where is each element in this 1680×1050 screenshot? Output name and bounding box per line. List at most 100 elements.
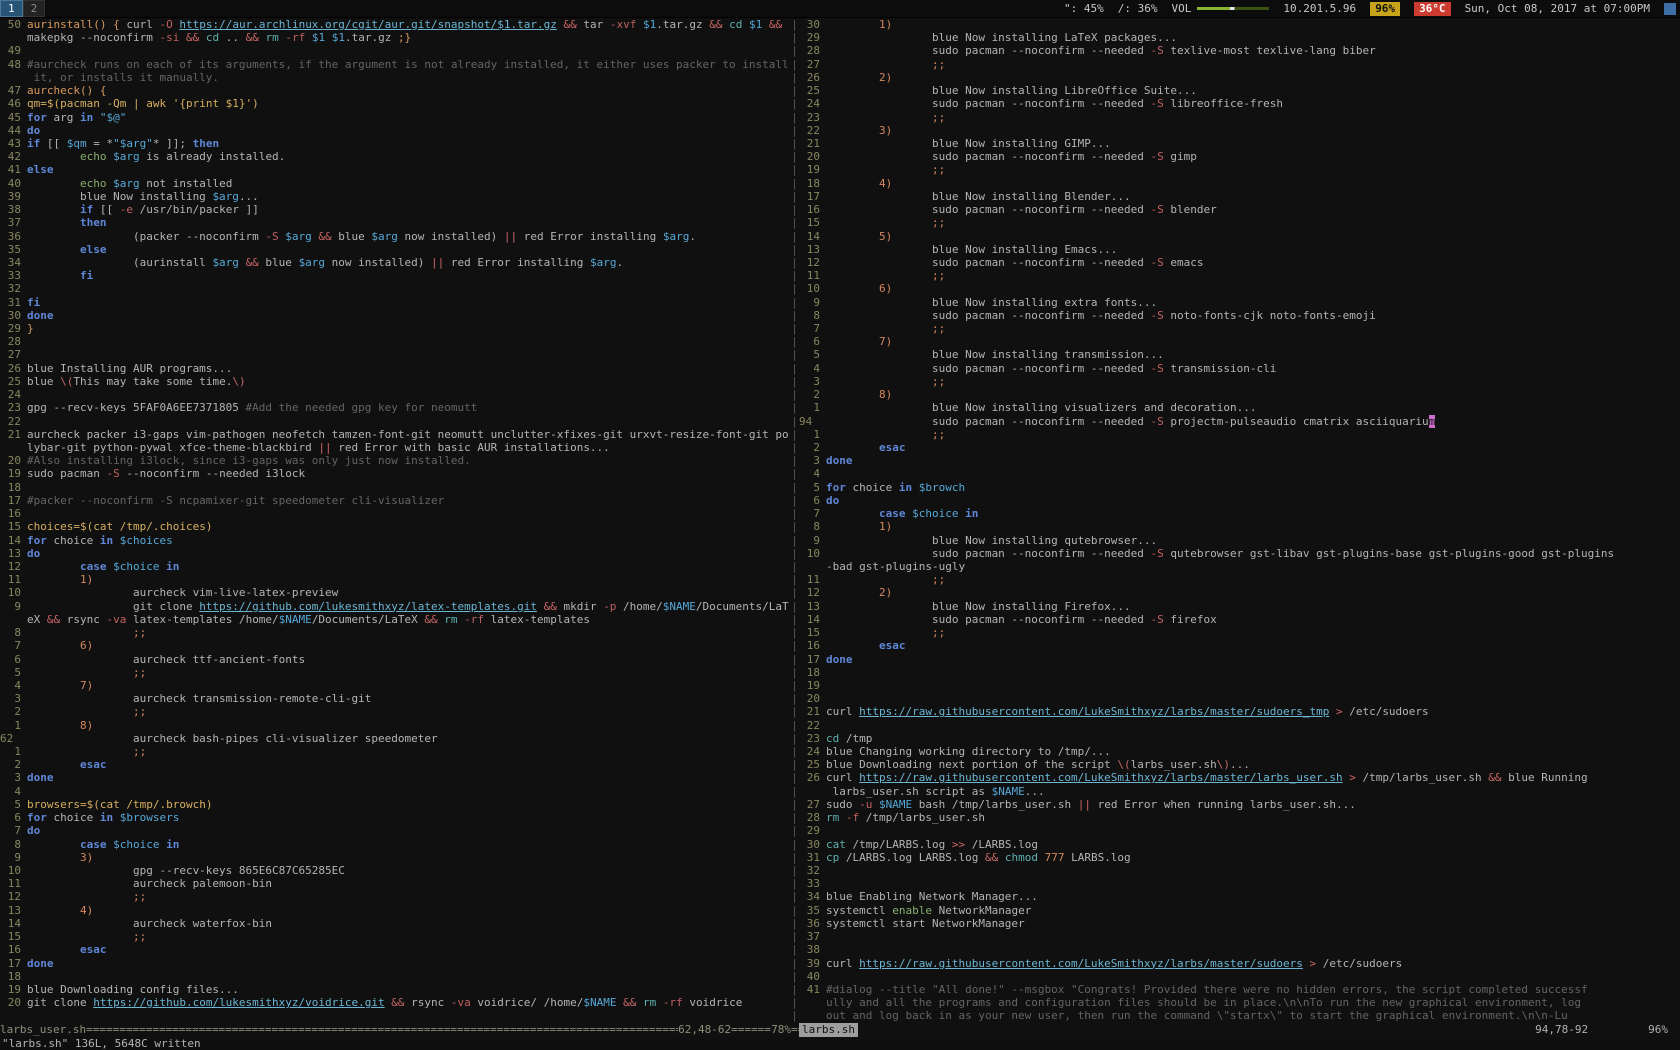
line-number: 13 <box>0 904 21 917</box>
code-text: choices=$(cat /tmp/.choices) <box>27 520 212 533</box>
code-line: 16 esac <box>799 639 1680 652</box>
code-line: 9 blue Now installing qutebrowser... <box>799 534 1680 547</box>
workspace-button-1[interactable]: 1 <box>0 0 23 17</box>
code-text: 3) <box>826 124 892 137</box>
editor-pane-right[interactable]: 30 1)29 blue Now installing LaTeX packag… <box>799 18 1680 1023</box>
volume-control[interactable]: VOL <box>1171 1 1269 17</box>
line-number: 17 <box>799 190 820 203</box>
top-bar: 1 2 ": 45% /: 36% VOL 10.201.5.96 96% 36… <box>0 0 1680 18</box>
line-number: 19 <box>799 679 820 692</box>
code-text: blue Now installing GIMP... <box>826 137 1111 150</box>
code-text: esac <box>27 943 106 956</box>
volume-slider[interactable] <box>1197 7 1269 10</box>
line-number: 12 <box>799 256 820 269</box>
line-number: 16 <box>799 203 820 216</box>
line-number: 8 <box>0 626 21 639</box>
line-number: 1 <box>799 401 820 414</box>
command-line: "larbs.sh" 136L, 5648C written <box>0 1037 1680 1050</box>
code-line: 34blue Enabling Network Manager... <box>799 890 1680 903</box>
code-text: blue Now installing visualizers and deco… <box>826 401 1256 414</box>
code-text: (packer --noconfirm -S $arg && blue $arg… <box>27 230 696 243</box>
line-number: 26 <box>799 771 820 784</box>
code-line: 12 sudo pacman --noconfirm --needed -S e… <box>799 256 1680 269</box>
code-line: 32 <box>799 864 1680 877</box>
statusline-right: larbs.sh94,78-9296% <box>799 1023 1680 1037</box>
code-text: then <box>27 216 106 229</box>
code-line: 40 <box>799 970 1680 983</box>
editor-pane-left[interactable]: 50aurinstall() { curl -O https://aur.arc… <box>0 18 790 1023</box>
code-text: 6) <box>826 282 892 295</box>
line-number: 6 <box>799 494 820 507</box>
line-number: 3 <box>0 692 21 705</box>
code-text: sudo pacman --noconfirm --needed -S gimp <box>826 150 1197 163</box>
code-text: else <box>27 243 106 256</box>
code-line: 17done <box>799 653 1680 666</box>
code-text: sudo pacman --noconfirm --needed -S noto… <box>826 309 1376 322</box>
line-number: 22 <box>799 124 820 137</box>
code-text: aurcheck transmission-remote-cli-git <box>27 692 371 705</box>
code-line: 2 esac <box>799 441 1680 454</box>
code-text: sudo pacman --noconfirm --needed -S qute… <box>826 547 1614 560</box>
line-number: 23 <box>799 732 820 745</box>
code-line: 10 gpg --recv-keys 865E6C87C65285EC <box>0 864 790 877</box>
line-number: 34 <box>799 890 820 903</box>
line-number: 13 <box>799 243 820 256</box>
line-number: 4 <box>0 679 21 692</box>
code-text: done <box>826 454 853 467</box>
code-text: fi <box>27 296 40 309</box>
code-line: 25blue Downloading next portion of the s… <box>799 758 1680 771</box>
code-text: 8) <box>27 719 93 732</box>
workspace-button-2[interactable]: 2 <box>23 0 46 17</box>
code-text: ;; <box>826 58 945 71</box>
code-text: aurcheck waterfox-bin <box>27 917 272 930</box>
statusline-left-pos: 62,48-62 <box>678 1023 731 1037</box>
line-number: 10 <box>799 547 820 560</box>
code-text: ;; <box>826 163 945 176</box>
line-number: 2 <box>799 441 820 454</box>
code-text: ;; <box>27 890 146 903</box>
code-text: #aurcheck runs on each of its arguments,… <box>27 58 789 71</box>
code-line: 20 sudo pacman --noconfirm --needed -S g… <box>799 150 1680 163</box>
code-line: 6for choice in $browsers <box>0 811 790 824</box>
window-separator[interactable]: | | | | | | | | | | | | | | | | | | | | … <box>790 18 799 1023</box>
code-text: #packer --noconfirm -S ncpamixer-git spe… <box>27 494 444 507</box>
indicator-square <box>1664 3 1676 15</box>
code-line: 30done <box>0 309 790 322</box>
line-number: 29 <box>799 31 820 44</box>
code-text: for choice in $browch <box>826 481 965 494</box>
code-text: out and log back in as your new user, th… <box>826 1009 1568 1022</box>
code-text: blue Downloading next portion of the scr… <box>826 758 1250 771</box>
code-text: blue Now installing Blender... <box>826 190 1131 203</box>
statusline: larbs_user.sh===========================… <box>0 1023 1680 1037</box>
code-text: 6) <box>27 639 93 652</box>
code-text: rm -f /tmp/larbs_user.sh <box>826 811 985 824</box>
code-line: 22 <box>0 415 790 428</box>
code-line: 47aurcheck() { <box>0 84 790 97</box>
code-text: aurcheck vim-live-latex-preview <box>27 586 338 599</box>
line-number: 25 <box>799 84 820 97</box>
line-number: 31 <box>799 851 820 864</box>
code-text: git clone https://github.com/lukesmithxy… <box>27 600 789 613</box>
code-text: ;; <box>826 322 945 335</box>
line-number: 1 <box>0 745 21 758</box>
code-line: 23cd /tmp <box>799 732 1680 745</box>
code-line: 34 (aurinstall $arg && blue $arg now ins… <box>0 256 790 269</box>
code-text: 1) <box>826 520 892 533</box>
code-text: do <box>27 824 40 837</box>
line-number: 23 <box>799 111 820 124</box>
code-line: 50aurinstall() { curl -O https://aur.arc… <box>0 18 790 31</box>
line-number: 31 <box>0 296 21 309</box>
line-number: 29 <box>799 824 820 837</box>
code-text: 4) <box>826 177 892 190</box>
code-text: blue Now installing transmission... <box>826 348 1164 361</box>
code-text: 1) <box>826 18 892 31</box>
line-number: 17 <box>0 494 21 507</box>
line-number: 9 <box>799 534 820 547</box>
line-number: 15 <box>799 626 820 639</box>
code-line: 18 <box>799 666 1680 679</box>
code-line: 35 else <box>0 243 790 256</box>
code-line: 3done <box>799 454 1680 467</box>
code-line: 13 blue Now installing Emacs... <box>799 243 1680 256</box>
line-number: 40 <box>799 970 820 983</box>
code-line: 29} <box>0 322 790 335</box>
